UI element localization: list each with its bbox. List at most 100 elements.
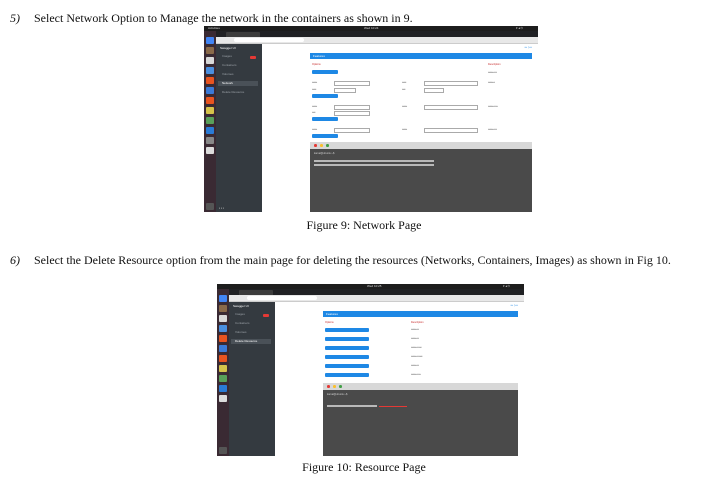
disconnect-network-desc: ▪▪▪▪▪▪▪▪▪▪: [488, 128, 497, 131]
terminal-maximize-dot[interactable]: [339, 385, 342, 388]
terminal-prompt: kamal@ubuntu:~$: [327, 393, 348, 396]
terminal-line: [327, 405, 377, 407]
terminal-output: kamal@ubuntu:~$: [323, 383, 518, 456]
terminal-minimize-dot[interactable]: [333, 385, 336, 388]
disconnect-network-input[interactable]: [334, 128, 370, 133]
step-5-text: Select Network Option to Manage the netw…: [34, 11, 413, 25]
connect-network-desc: ▪▪▪▪▪▪▪▪▪▪▪: [488, 105, 498, 108]
terminal-close-dot[interactable]: [314, 144, 317, 147]
sidebar-brand: Swagger UI: [220, 46, 236, 50]
top-links[interactable]: ▪▪▪ | ▪▪▪: [525, 46, 532, 49]
app-sidebar: Swagger UI Images Containers Volumes Del…: [229, 302, 275, 456]
sidebar-item-containers[interactable]: Containers: [235, 321, 250, 325]
url-input[interactable]: [247, 296, 317, 300]
apps-grid-icon: [219, 447, 227, 454]
options-header: Options: [312, 63, 321, 66]
top-links[interactable]: ▪▪▪ | ▪▪▪: [511, 304, 518, 307]
sidebar-item-containers[interactable]: Containers: [222, 63, 237, 67]
delete-running-containers-button[interactable]: [325, 337, 369, 341]
subnet-input[interactable]: [334, 88, 356, 93]
figure-10-caption: Figure 10: Resource Page: [302, 460, 426, 474]
step-6-text: Select the Delete Resource option from t…: [34, 253, 671, 267]
delete-unattached-network-button[interactable]: [325, 364, 369, 368]
list-networks-button[interactable]: [312, 70, 338, 74]
app-icon: [206, 87, 214, 94]
sidebar-item-images[interactable]: Images: [222, 54, 232, 58]
apps-grid-icon: [206, 203, 214, 210]
step-5-instruction: 5) Select Network Option to Manage the ne…: [10, 11, 710, 25]
delete-image-forcibly-button[interactable]: [325, 355, 369, 359]
notification-badge: [250, 56, 256, 59]
app-icon: [206, 57, 214, 64]
ubuntu-icon: [206, 77, 214, 84]
connect-network-button[interactable]: [312, 117, 338, 121]
sidebar-item-delete-resource[interactable]: Delete Resource: [235, 339, 257, 343]
delete-image-forcibly-desc: ▪▪▪▪▪▪▪▪▪▪▪▪▪: [411, 355, 423, 358]
disconnect-network-label: ▪▪▪▪▪▪: [312, 128, 318, 131]
vscode-icon: [219, 385, 227, 392]
sidebar-brand: Swagger UI: [233, 304, 249, 308]
driver-name-label: ▪▪▪▪▪: [402, 81, 407, 84]
app-icon: [219, 395, 227, 402]
features-bar: Features: [310, 53, 532, 59]
disconnect-network-button[interactable]: [312, 134, 338, 138]
chrome-icon: [219, 295, 227, 302]
terminal-maximize-dot[interactable]: [326, 144, 329, 147]
delete-stopped-containers-button[interactable]: [325, 328, 369, 332]
terminal-minimize-dot[interactable]: [320, 144, 323, 147]
app-icon: [206, 147, 214, 154]
terminal-line: [314, 164, 434, 166]
sidebar-item-images[interactable]: Images: [235, 312, 245, 316]
gateway-input[interactable]: [424, 88, 444, 93]
app-icon: [219, 375, 227, 382]
features-bar-title: Features: [313, 54, 325, 58]
figure-10-screenshot: Wed 10:25 ▾ ◂ ⏻ Swagger UI Images Contai…: [217, 284, 524, 456]
delete-unused-image-button[interactable]: [325, 346, 369, 350]
app-dock: [217, 289, 229, 456]
sidebar-item-delete-resource[interactable]: Delete Resource: [222, 90, 244, 94]
notification-badge: [263, 314, 269, 317]
terminal-output: kamal@ubuntu:~$: [310, 142, 532, 212]
address-bar: [216, 37, 538, 44]
description-header: Description: [488, 63, 501, 66]
terminal-header: [310, 142, 532, 149]
delete-unused-image-desc: ▪▪▪▪▪▪▪▪▪▪▪▪: [411, 346, 422, 349]
sidebar-item-network[interactable]: Network: [222, 81, 233, 85]
delete-stopped-containers-desc: ▪▪▪▪▪▪▪▪▪: [411, 328, 419, 331]
container-name-label: ▪▪▪▪▪▪: [402, 105, 408, 108]
url-input[interactable]: [234, 38, 304, 42]
ip-input[interactable]: [334, 111, 370, 116]
disconnect-container-label: ▪▪▪▪▪▪: [402, 128, 408, 131]
delete-unattached-network-desc: ▪▪▪▪▪▪▪▪▪: [411, 364, 419, 367]
app-icon: [206, 67, 214, 74]
step-6-number: 6): [10, 253, 20, 267]
delete-running-containers-desc: ▪▪▪▪▪▪▪▪▪: [411, 337, 419, 340]
container-name-input[interactable]: [424, 105, 478, 110]
browser-window: Swagger UI Images Containers Volumes Net…: [216, 31, 538, 212]
terminal-close-dot[interactable]: [327, 385, 330, 388]
app-icon: [219, 345, 227, 352]
chrome-icon: [206, 37, 214, 44]
list-networks-desc: ▪▪▪▪▪▪▪▪▪▪: [488, 71, 497, 74]
ip-label: ▪▪▪▪: [312, 111, 316, 114]
description-header: Description: [411, 321, 424, 324]
create-network-button[interactable]: [312, 94, 338, 98]
browser-window: Swagger UI Images Containers Volumes Del…: [229, 289, 524, 456]
step-5-number: 5): [10, 11, 20, 25]
app-icon: [206, 117, 214, 124]
driver-name-input[interactable]: [424, 81, 478, 86]
connect-network-input[interactable]: [334, 105, 370, 110]
features-bar-title: Features: [326, 312, 338, 316]
delete-attached-network-button[interactable]: [325, 373, 369, 377]
sidebar-item-volumes[interactable]: Volumes: [222, 72, 234, 76]
terminal-highlight-line: [379, 405, 407, 407]
disconnect-container-input[interactable]: [424, 128, 478, 133]
sidebar-item-volumes[interactable]: Volumes: [235, 330, 247, 334]
gateway-label: ▪▪▪▪: [402, 88, 406, 91]
network-name-label: ▪▪▪▪▪▪: [312, 81, 318, 84]
app-icon: [219, 325, 227, 332]
figure-9-screenshot: Activities Wed 10:24 ▾ ◂ ⏻ Swagger UI Im…: [204, 26, 538, 212]
connect-network-label: ▪▪▪▪▪▪: [312, 105, 318, 108]
terminal-line: [314, 160, 434, 162]
network-name-input[interactable]: [334, 81, 370, 86]
